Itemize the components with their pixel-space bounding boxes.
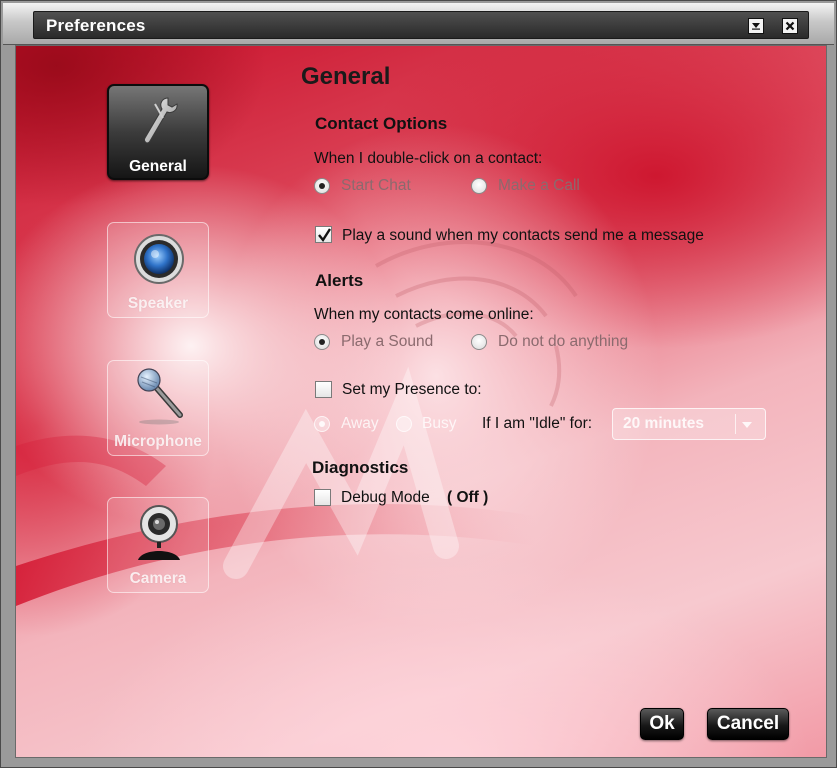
online-label: When my contacts come online: <box>314 306 534 323</box>
preferences-window: Preferences General Speaker Microphone C… <box>0 0 837 768</box>
do-nothing-label[interactable]: Do not do anything <box>498 333 628 351</box>
wrench-icon <box>144 97 178 144</box>
idle-duration-select[interactable]: 20 minutes <box>612 408 766 440</box>
sidebar-item-camera[interactable]: Camera <box>107 497 209 593</box>
contact-options-heading: Contact Options <box>315 114 448 133</box>
play-a-sound-radio[interactable] <box>314 334 330 350</box>
presence-label[interactable]: Set my Presence to: <box>342 381 482 399</box>
make-a-call-radio[interactable] <box>471 178 487 194</box>
dropdown-separator <box>735 414 736 434</box>
start-chat-radio[interactable] <box>314 178 330 194</box>
chevron-down-icon <box>742 422 752 428</box>
title-bar[interactable]: Preferences <box>3 3 834 45</box>
window-title: Preferences <box>46 16 146 35</box>
microphone-icon <box>137 368 183 425</box>
away-radio[interactable] <box>314 416 330 432</box>
sidebar-item-general[interactable]: General <box>107 84 209 180</box>
ok-button[interactable]: Ok <box>640 708 684 740</box>
start-chat-label[interactable]: Start Chat <box>341 177 411 195</box>
close-icon <box>785 21 795 31</box>
sidebar-item-speaker[interactable]: Speaker <box>107 222 209 318</box>
do-nothing-radio[interactable] <box>471 334 487 350</box>
idle-duration-value: 20 minutes <box>623 415 704 432</box>
cancel-button[interactable]: Cancel <box>707 708 789 740</box>
make-a-call-label[interactable]: Make a Call <box>498 177 580 195</box>
sidebar-item-label: Speaker <box>127 295 189 312</box>
sidebar-item-label: General <box>129 158 187 175</box>
play-sound-checkbox[interactable] <box>315 226 332 243</box>
webcam-icon <box>138 505 180 560</box>
minimize-button[interactable] <box>748 18 764 34</box>
play-sound-label[interactable]: Play a sound when my contacts send me a … <box>342 227 704 245</box>
speaker-icon <box>134 234 184 284</box>
play-a-sound-label[interactable]: Play a Sound <box>341 333 433 351</box>
alerts-heading: Alerts <box>315 271 364 290</box>
double-click-label: When I double-click on a contact: <box>314 150 543 167</box>
close-button[interactable] <box>782 18 798 34</box>
preferences-content: General Speaker Microphone Camera Genera… <box>15 45 827 758</box>
checkmark-icon <box>318 228 332 243</box>
sidebar-item-label: Microphone <box>114 433 202 450</box>
debug-mode-label[interactable]: Debug Mode <box>341 489 430 507</box>
away-label[interactable]: Away <box>341 415 379 433</box>
chevron-down-icon <box>752 23 760 30</box>
presence-checkbox[interactable] <box>315 381 332 398</box>
debug-mode-state: ( Off ) <box>447 489 489 506</box>
idle-label: If I am "Idle" for: <box>482 415 593 432</box>
busy-label[interactable]: Busy <box>422 415 456 433</box>
debug-mode-checkbox[interactable] <box>314 489 331 506</box>
title-bar-panel: Preferences <box>33 11 809 39</box>
busy-radio[interactable] <box>396 416 412 432</box>
diagnostics-heading: Diagnostics <box>312 458 409 477</box>
sidebar-item-microphone[interactable]: Microphone <box>107 360 209 456</box>
page-title: General <box>301 63 391 90</box>
sidebar-item-label: Camera <box>129 570 187 587</box>
